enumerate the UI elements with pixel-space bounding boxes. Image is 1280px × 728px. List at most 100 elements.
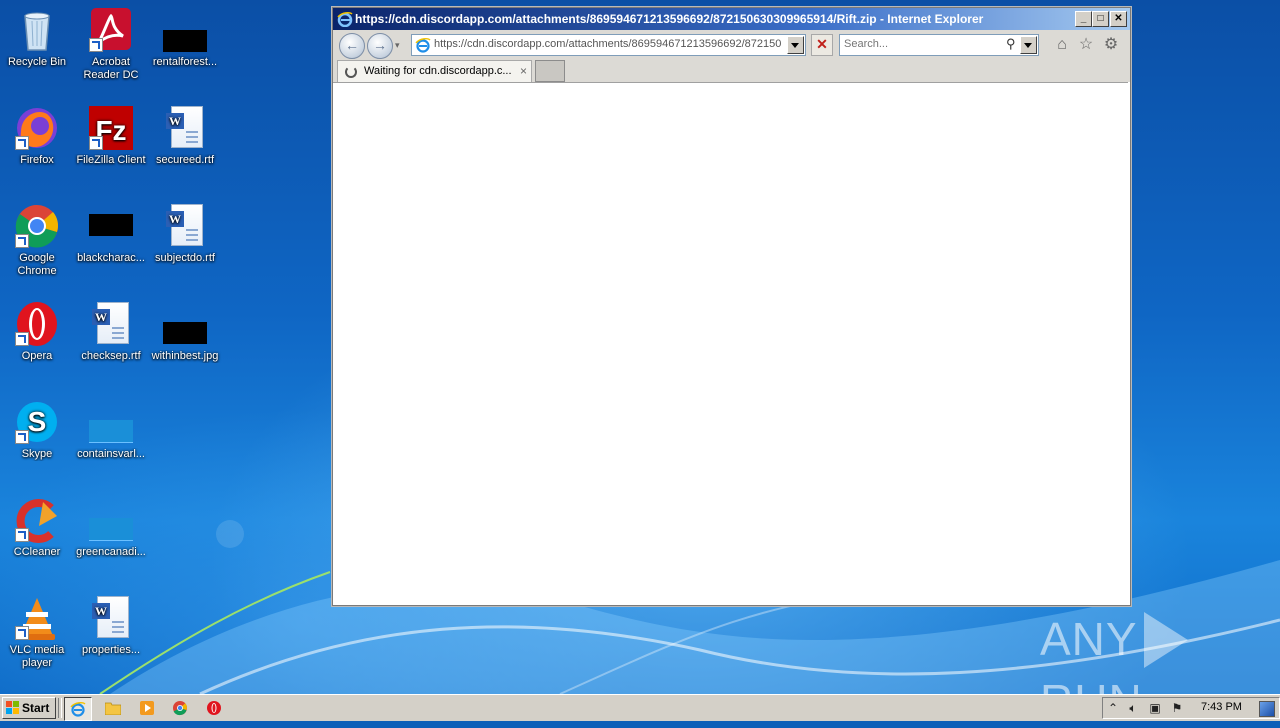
desktop-icon-label: checksep.rtf xyxy=(81,350,141,362)
volume-speaker-icon[interactable]: 🔈︎ xyxy=(1125,700,1141,716)
desktop-icon-label: Opera xyxy=(21,350,53,362)
taskbar-internet-explorer-icon[interactable] xyxy=(64,697,92,721)
desktop-icon-label: subjectdo.rtf xyxy=(155,252,215,264)
desktop-icon-vlc[interactable]: VLC media player xyxy=(0,594,74,670)
window-titlebar[interactable]: https://cdn.discordapp.com/attachments/8… xyxy=(333,8,1130,30)
desktop-icon-opera[interactable]: Opera xyxy=(0,300,74,363)
navigation-bar: ← → ▾ https://cdn.discordapp.com/attachm… xyxy=(333,30,1130,60)
desktop-icon-google-chrome[interactable]: Google Chrome xyxy=(0,202,74,278)
taskbar-separator xyxy=(58,698,62,718)
tab-title: Waiting for cdn.discordapp.c... xyxy=(364,65,512,77)
vlc-icon xyxy=(13,594,61,642)
taskbar: Start ⌃ 🔈︎ ▣ ⚑ 7:43 PM xyxy=(0,694,1280,721)
desktop-icon-label: secureed.rtf xyxy=(155,154,215,166)
shortcut-arrow-icon xyxy=(15,332,29,346)
desktop-icon-firefox[interactable]: Firefox xyxy=(0,104,74,167)
recent-pages-dropdown-icon[interactable]: ▾ xyxy=(395,40,400,51)
taskbar-media-player-icon[interactable] xyxy=(134,697,160,719)
desktop-icon-properties[interactable]: W properties... xyxy=(74,594,148,657)
start-button[interactable]: Start xyxy=(2,697,56,719)
chrome-icon xyxy=(13,202,61,250)
search-icon[interactable]: ⚲ xyxy=(1006,36,1016,52)
watermark-left: ANY xyxy=(1040,613,1138,666)
address-dropdown-button[interactable] xyxy=(787,36,804,54)
desktop-icon-containsvarl[interactable]: containsvarl... xyxy=(74,398,148,461)
word-document-icon: W xyxy=(161,202,209,250)
desktop-icon-secureed[interactable]: W secureed.rtf xyxy=(148,104,222,167)
taskbar-explorer-folder-icon[interactable] xyxy=(100,697,126,719)
back-button[interactable]: ← xyxy=(339,33,365,59)
desktop-icon-blackcharac[interactable]: blackcharac... xyxy=(74,202,148,265)
desktop-icon-checksep[interactable]: W checksep.rtf xyxy=(74,300,148,363)
close-button[interactable]: ✕ xyxy=(1110,11,1127,27)
shortcut-arrow-icon xyxy=(15,136,29,150)
search-dropdown-button[interactable] xyxy=(1020,36,1037,54)
shortcut-arrow-icon xyxy=(15,430,29,444)
filezilla-icon: Fz xyxy=(87,104,135,152)
home-icon[interactable]: ⌂ xyxy=(1053,36,1071,54)
window-title: https://cdn.discordapp.com/attachments/8… xyxy=(355,12,984,26)
settings-gear-icon[interactable]: ⚙ xyxy=(1102,36,1120,54)
windows-logo-icon xyxy=(6,701,20,715)
taskbar-opera-icon[interactable] xyxy=(201,697,227,719)
favorites-star-icon[interactable]: ☆ xyxy=(1077,36,1095,54)
desktop-icon-skype[interactable]: S Skype xyxy=(0,398,74,461)
maximize-button[interactable]: □ xyxy=(1092,11,1109,27)
minimize-button[interactable]: _ xyxy=(1075,11,1092,27)
desktop-icon-label: Acrobat Reader DC xyxy=(83,56,139,81)
new-tab-button[interactable] xyxy=(535,60,565,82)
play-logo-icon xyxy=(1143,612,1188,668)
forward-button[interactable]: → xyxy=(367,33,393,59)
tab-close-icon[interactable]: × xyxy=(520,64,527,78)
firefox-icon xyxy=(13,104,61,152)
start-label: Start xyxy=(22,701,50,715)
recycle-bin-icon xyxy=(13,6,61,54)
desktop-icon-label: withinbest.jpg xyxy=(151,350,219,362)
desktop-icon-label: Skype xyxy=(21,448,53,460)
desktop-icon-label: FileZilla Client xyxy=(76,154,146,166)
image-file-icon xyxy=(161,300,209,348)
word-document-icon: W xyxy=(161,104,209,152)
search-input[interactable] xyxy=(842,36,1006,52)
desktop-icon-label: Recycle Bin xyxy=(7,56,67,68)
desktop-icon-filezilla[interactable]: Fz FileZilla Client xyxy=(74,104,148,167)
shortcut-arrow-icon xyxy=(89,38,103,52)
tab-active[interactable]: Waiting for cdn.discordapp.c... × xyxy=(337,60,532,82)
internet-explorer-icon xyxy=(337,11,353,28)
desktop-icon-ccleaner[interactable]: CCleaner xyxy=(0,496,74,559)
desktop-icon-label: properties... xyxy=(81,644,141,656)
search-box[interactable]: ⚲ xyxy=(839,34,1039,56)
desktop-icon-label: Google Chrome xyxy=(17,252,57,277)
svg-text:S: S xyxy=(28,406,47,437)
skype-icon: S xyxy=(13,398,61,446)
desktop-icon-rentalforest[interactable]: rentalforest... xyxy=(148,6,222,69)
show-desktop-icon[interactable] xyxy=(1259,701,1275,717)
desktop-icon-acrobat[interactable]: Acrobat Reader DC xyxy=(74,6,148,82)
internet-explorer-window: https://cdn.discordapp.com/attachments/8… xyxy=(332,7,1131,606)
desktop-icon-subjectdo[interactable]: W subjectdo.rtf xyxy=(148,202,222,265)
file-icon xyxy=(161,6,209,54)
loading-spinner-icon xyxy=(345,66,357,78)
system-tray: ⌃ 🔈︎ ▣ ⚑ 7:43 PM xyxy=(1102,697,1280,719)
stop-button[interactable]: ✕ xyxy=(811,34,833,56)
shortcut-arrow-icon xyxy=(89,136,103,150)
page-content[interactable] xyxy=(333,82,1128,604)
network-icon[interactable]: ▣ xyxy=(1147,700,1163,716)
desktop-icon-label: VLC media player xyxy=(9,644,65,669)
file-icon xyxy=(87,202,135,250)
shortcut-arrow-icon xyxy=(15,528,29,542)
desktop-icon-label: rentalforest... xyxy=(152,56,218,68)
shortcut-arrow-icon xyxy=(15,234,29,248)
show-hidden-icons-chevron-icon[interactable]: ⌃ xyxy=(1105,700,1121,716)
desktop-icon-recycle-bin[interactable]: Recycle Bin xyxy=(0,6,74,69)
desktop-icon-label: containsvarl... xyxy=(77,448,145,460)
tab-strip: Waiting for cdn.discordapp.c... × xyxy=(333,60,1130,82)
address-bar[interactable]: https://cdn.discordapp.com/attachments/8… xyxy=(411,34,806,56)
taskbar-chrome-icon[interactable] xyxy=(167,697,193,719)
file-icon xyxy=(87,398,135,446)
page-icon xyxy=(415,37,431,53)
desktop-icon-withinbest[interactable]: withinbest.jpg xyxy=(148,300,222,363)
clock[interactable]: 7:43 PM xyxy=(1201,701,1242,713)
action-center-flag-icon[interactable]: ⚑ xyxy=(1169,700,1185,716)
desktop-icon-greencanadi[interactable]: greencanadi... xyxy=(74,496,148,559)
